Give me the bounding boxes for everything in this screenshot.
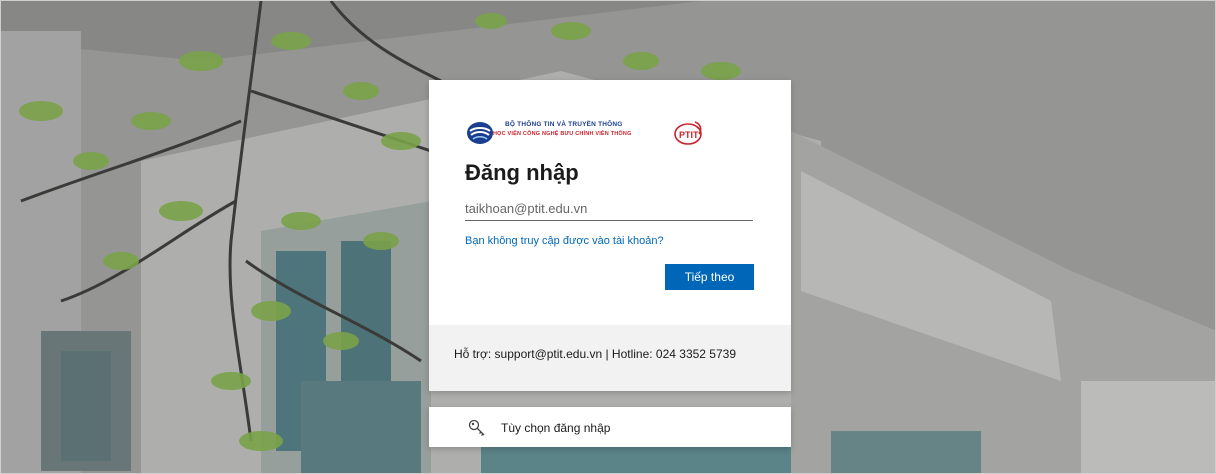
key-icon bbox=[468, 419, 485, 436]
sign-in-card: BỘ THÔNG TIN VÀ TRUYỀN THÔNG HỌC VIỆN CÔ… bbox=[429, 80, 791, 391]
ministry-emblem-icon bbox=[467, 122, 493, 144]
next-button[interactable]: Tiếp theo bbox=[665, 264, 754, 290]
organization-logo: BỘ THÔNG TIN VÀ TRUYỀN THÔNG HỌC VIỆN CÔ… bbox=[465, 118, 705, 148]
support-text: Hỗ trợ: support@ptit.edu.vn | Hotline: 0… bbox=[454, 347, 737, 361]
sign-in-options-button[interactable]: Tùy chọn đăng nhập bbox=[429, 407, 791, 447]
cant-access-account-link[interactable]: Bạn không truy cập được vào tài khoản? bbox=[465, 235, 664, 247]
page-title: Đăng nhập bbox=[465, 160, 579, 185]
logo-ministry-text: BỘ THÔNG TIN VÀ TRUYỀN THÔNG bbox=[505, 121, 623, 128]
ptit-emblem-icon: PTIT bbox=[674, 121, 702, 145]
support-footer: Hỗ trợ: support@ptit.edu.vn | Hotline: 0… bbox=[429, 325, 791, 391]
email-field[interactable] bbox=[465, 197, 753, 221]
svg-text:PTIT: PTIT bbox=[679, 130, 699, 140]
sign-in-options-label: Tùy chọn đăng nhập bbox=[501, 421, 611, 435]
logo-academy-text: HỌC VIỆN CÔNG NGHỆ BƯU CHÍNH VIỄN THÔNG bbox=[493, 131, 632, 137]
